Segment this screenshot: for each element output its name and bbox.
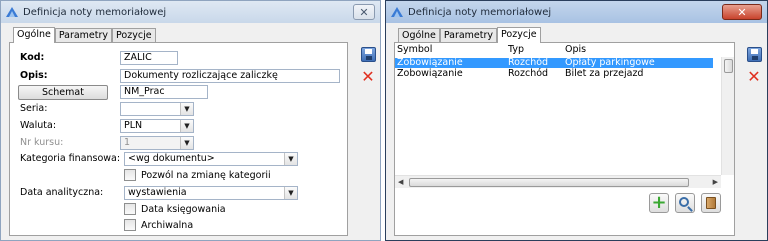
data-ksiegowania-label: Data księgowania: [141, 204, 226, 215]
scroll-thumb[interactable]: [409, 178, 689, 187]
definition-window-positions: Definicja noty memoriałowej ✕ Ogólne Par…: [385, 0, 768, 241]
cancel-icon: ✕: [361, 67, 375, 86]
horizontal-scrollbar[interactable]: ◀ ▶: [395, 175, 721, 188]
waluta-select[interactable]: PLN ▼: [120, 119, 194, 133]
chevron-down-icon: ▼: [180, 137, 193, 149]
save-icon: [746, 46, 762, 62]
title-bar[interactable]: Definicja noty memoriałowej ✕: [1, 1, 380, 23]
cancel-button[interactable]: ✕: [359, 68, 377, 86]
save-button[interactable]: [745, 45, 763, 63]
cell-symbol: Zobowiązanie: [397, 57, 463, 68]
cell-symbol: Zobowiązanie: [397, 68, 463, 79]
opis-label: Opis:: [20, 70, 48, 81]
waluta-value: PLN: [124, 120, 143, 131]
waluta-label: Waluta:: [20, 120, 57, 131]
data-analityczna-label: Data analityczna:: [20, 187, 104, 198]
nr-kursu-label: Nr kursu:: [20, 137, 64, 148]
tab-strip: Ogólne Parametry Pozycje: [13, 27, 156, 43]
data-ksiegowania-checkbox[interactable]: [124, 203, 136, 215]
close-button[interactable]: ✕: [722, 4, 762, 20]
column-typ[interactable]: Typ: [506, 43, 563, 57]
close-icon: ✕: [737, 5, 747, 19]
close-button[interactable]: ✕: [353, 4, 375, 20]
pozwol-label: Pozwól na zmianę kategorii: [141, 170, 271, 181]
cell-opis: Opłaty parkingowe: [565, 57, 655, 68]
nr-kursu-select[interactable]: 1 ▼: [120, 136, 194, 150]
chevron-down-icon: ▼: [180, 120, 193, 132]
save-icon: [360, 46, 376, 62]
tab-strip: Ogólne Parametry Pozycje: [398, 27, 541, 43]
chevron-down-icon: ▼: [284, 187, 297, 199]
kod-field[interactable]: ZALIC: [120, 51, 178, 65]
cell-typ: Rozchód: [508, 68, 549, 79]
kategoria-select[interactable]: <wg dokumentu> ▼: [124, 152, 298, 166]
title-bar[interactable]: Definicja noty memoriałowej ✕: [386, 1, 767, 23]
general-panel: Kod: ZALIC Opis: Dokumenty rozliczające …: [9, 42, 348, 236]
search-button[interactable]: [675, 193, 695, 213]
cancel-icon: ✕: [747, 67, 761, 86]
kategoria-value: <wg dokumentu>: [128, 153, 215, 164]
tab-pozycje[interactable]: Pozycje: [112, 28, 156, 43]
schemat-field[interactable]: NM_Prac: [120, 85, 208, 99]
pozwol-checkbox[interactable]: [124, 169, 136, 181]
kod-label: Kod:: [20, 52, 45, 63]
opis-field[interactable]: Dokumenty rozliczające zaliczkę: [120, 69, 340, 83]
tab-parametry[interactable]: Parametry: [54, 28, 113, 43]
app-icon: [391, 7, 403, 17]
column-opis[interactable]: Opis: [563, 43, 713, 57]
tab-ogolne[interactable]: Ogólne: [13, 27, 55, 43]
archiwalna-checkbox[interactable]: [124, 219, 136, 231]
magnifier-icon: [678, 196, 689, 207]
vertical-scrollbar[interactable]: [721, 57, 734, 175]
data-analityczna-select[interactable]: wystawienia ▼: [124, 186, 298, 200]
table-row[interactable]: Zobowiązanie Rozchód Opłaty parkingowe: [395, 58, 713, 68]
positions-panel: Symbol Typ Opis Zobowiązanie Rozchód Opł…: [394, 42, 735, 236]
seria-select[interactable]: ▼: [120, 102, 194, 116]
nr-kursu-value: 1: [124, 137, 131, 148]
chevron-down-icon: ▼: [284, 153, 297, 165]
cell-typ: Rozchód: [508, 57, 549, 68]
schemat-button[interactable]: Schemat: [18, 85, 108, 100]
list-header: Symbol Typ Opis: [395, 43, 734, 57]
trash-icon: [706, 197, 716, 209]
tab-pozycje[interactable]: Pozycje: [497, 27, 541, 43]
add-button[interactable]: +: [649, 193, 669, 213]
archiwalna-label: Archiwalna: [141, 220, 194, 231]
window-title: Definicja noty memoriałowej: [23, 6, 167, 18]
plus-icon: +: [651, 192, 667, 213]
cancel-button[interactable]: ✕: [745, 68, 763, 86]
tab-parametry[interactable]: Parametry: [439, 28, 498, 43]
seria-label: Seria:: [20, 103, 48, 114]
scroll-right-icon[interactable]: ▶: [713, 178, 718, 186]
table-row[interactable]: Zobowiązanie Rozchód Bilet za przejazd: [395, 69, 713, 79]
column-symbol[interactable]: Symbol: [395, 43, 506, 57]
window-title: Definicja noty memoriałowej: [408, 6, 552, 18]
scroll-left-icon[interactable]: ◀: [398, 178, 403, 186]
scroll-thumb[interactable]: [724, 59, 733, 73]
close-icon: ✕: [359, 5, 369, 19]
definition-window-general: Definicja noty memoriałowej ✕ Ogólne Par…: [0, 0, 381, 241]
delete-button[interactable]: [701, 193, 721, 213]
data-analityczna-value: wystawienia: [128, 187, 187, 198]
app-icon: [6, 7, 18, 17]
kategoria-label: Kategoria finansowa:: [20, 153, 121, 164]
tab-ogolne[interactable]: Ogólne: [398, 28, 440, 43]
save-button[interactable]: [359, 45, 377, 63]
cell-opis: Bilet za przejazd: [565, 68, 644, 79]
chevron-down-icon: ▼: [180, 103, 193, 115]
